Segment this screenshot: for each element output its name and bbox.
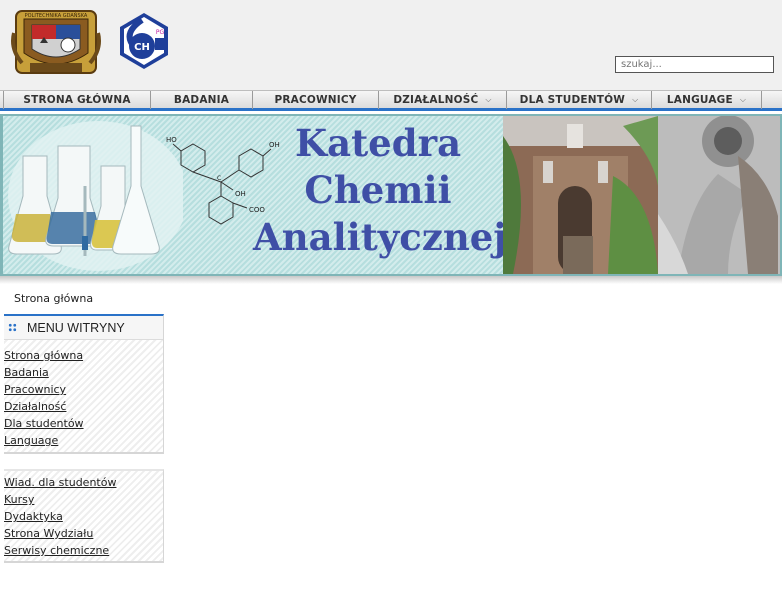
chevron-down-icon: ⌵ [485,95,492,104]
site-header: POLITECHNIKA GDAŃSKA CH PG [0,0,782,90]
breadcrumb: Strona główna [14,292,94,305]
banner-shadow [0,276,782,284]
crest-text: POLITECHNIKA GDAŃSKA [25,12,88,19]
banner: HO OH OH C COO Katedra Chemii Analityczn… [0,114,782,276]
microscope-photo [658,116,780,274]
banner-title-line: Analitycznej [253,215,507,259]
molecule-label: C [217,175,221,182]
link-faculty-site[interactable]: Strona Wydziału [4,525,163,542]
banner-title-line: Chemii [304,168,452,212]
link-didactics[interactable]: Dydaktyka [4,508,163,525]
site-menu-title: MENU WITRYNY [27,320,125,335]
nav-item-label: STRONA GŁÓWNA [23,94,131,106]
site-menu-box: MENU WITRYNY Strona główna Badania Praco… [4,314,164,454]
nav-item-label: BADANIA [173,94,230,106]
menu-link-activity[interactable]: Działalność [4,398,163,415]
faculty-logo-text: CH [134,42,150,53]
link-chemical-services[interactable]: Serwisy chemiczne [4,542,163,559]
nav-item-staff[interactable]: PRACOWNICY [253,91,379,109]
menu-link-staff[interactable]: Pracownicy [4,381,163,398]
lab-glassware-image [8,121,183,271]
nav-item-research[interactable]: BADANIA [151,91,253,109]
secondary-links-box: Wiad. dla studentów Kursy Dydaktyka Stro… [4,469,164,563]
banner-title-line: Katedra [294,121,462,165]
molecule-label: OH [235,190,246,198]
menu-link-research[interactable]: Badania [4,364,163,381]
faculty-logo-mark: PG [156,29,165,36]
nav-item-students[interactable]: DLA STUDENTÓW ⌵ [507,91,652,109]
link-student-news[interactable]: Wiad. dla studentów [4,474,163,491]
building-photo [503,116,658,274]
nav-item-home[interactable]: STRONA GŁÓWNA [3,91,151,109]
faculty-logo[interactable]: CH PG [118,12,170,70]
menu-link-language[interactable]: Language [4,432,163,449]
nav-item-label: LANGUAGE [666,94,733,106]
main-nav: STRONA GŁÓWNA BADANIA PRACOWNICY DZIAŁAL… [0,90,782,111]
grid-icon [8,323,17,332]
nav-item-language[interactable]: LANGUAGE ⌵ [652,91,762,109]
secondary-links: Wiad. dla studentów Kursy Dydaktyka Stro… [4,471,163,559]
banner-image: HO OH OH C COO Katedra Chemii Analityczn… [3,116,780,274]
nav-item-label: PRACOWNICY [274,94,357,106]
menu-link-students[interactable]: Dla studentów [4,415,163,432]
nav-item-label: DLA STUDENTÓW [519,94,626,106]
university-crest-logo[interactable]: POLITECHNIKA GDAŃSKA [10,5,102,77]
chevron-down-icon: ⌵ [632,95,639,104]
chevron-down-icon: ⌵ [739,95,747,104]
banner-title: Katedra Chemii Analitycznej [253,120,507,261]
search-input[interactable] [615,56,774,73]
nav-item-activity[interactable]: DZIAŁALNOŚĆ ⌵ [379,91,507,109]
menu-link-home[interactable]: Strona główna [4,347,163,364]
site-menu-links: Strona główna Badania Pracownicy Działal… [4,340,163,449]
link-courses[interactable]: Kursy [4,491,163,508]
molecule-label: HO [166,136,177,144]
site-menu-header: MENU WITRYNY [4,316,163,340]
nav-item-label: DZIAŁALNOŚĆ [393,94,479,106]
